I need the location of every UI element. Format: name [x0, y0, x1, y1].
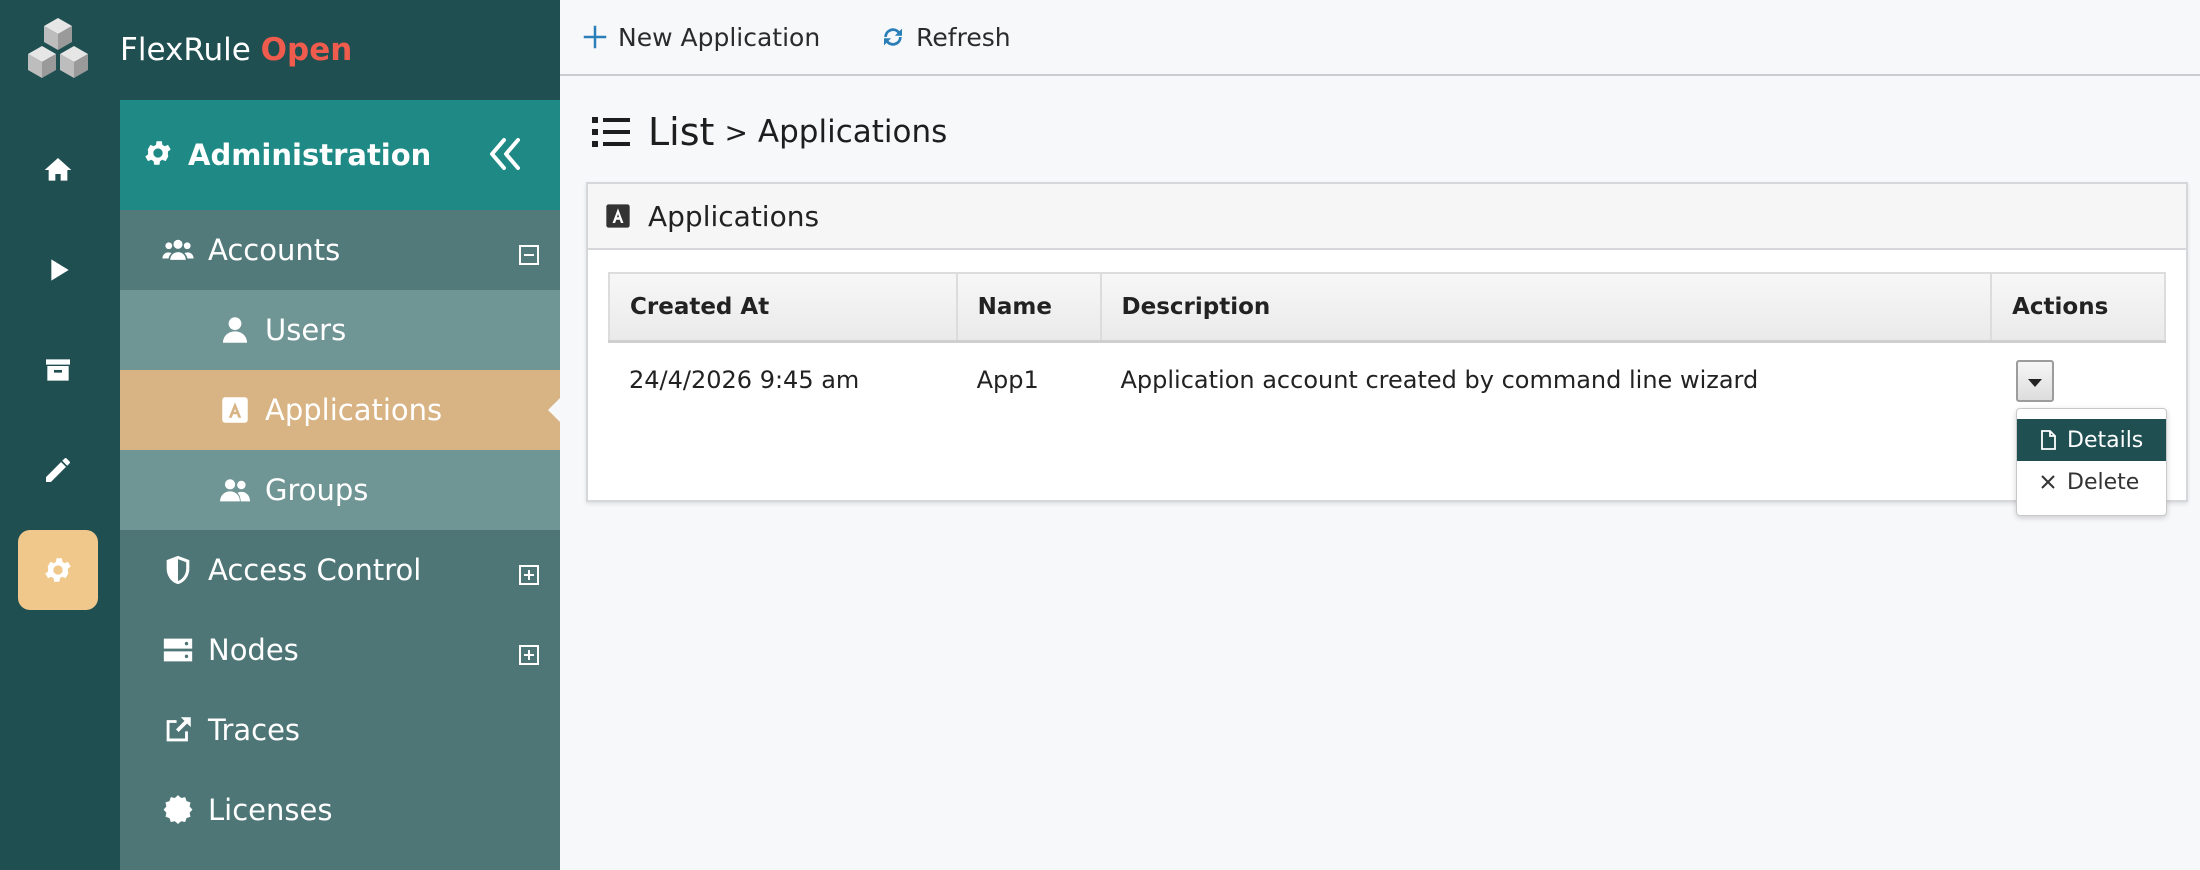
brand-name: FlexRule Open	[120, 32, 353, 68]
page-title: List > Applications	[590, 108, 947, 156]
sidebar-header: Administration	[120, 100, 560, 210]
column-description[interactable]: Description	[1099, 272, 1993, 343]
document-icon	[2041, 430, 2056, 450]
sidebar-item-groups[interactable]: Groups	[120, 450, 560, 530]
list-icon	[592, 117, 630, 147]
sidebar-item-label: Access Control	[208, 553, 422, 587]
gear-icon	[142, 137, 174, 173]
sidebar-item-label: Groups	[265, 473, 369, 507]
brand-header: FlexRule Open	[120, 0, 560, 100]
sidebar-item-applications[interactable]: Applications	[120, 370, 560, 450]
app-root: FlexRule Open Administration Accounts Us…	[0, 0, 2200, 870]
rail-admin-button[interactable]	[18, 530, 98, 610]
rail-home-button[interactable]	[18, 130, 98, 210]
sidebar-item-label: Traces	[208, 713, 301, 747]
row-actions-dropdown-button[interactable]	[2016, 360, 2054, 402]
sidebar-item-label: Users	[265, 313, 347, 347]
double-chevron-left-icon	[490, 138, 520, 170]
gear-icon	[45, 558, 71, 582]
brand-edition: Open	[260, 32, 353, 68]
caret-down-icon	[2028, 379, 2042, 387]
sidebar-item-access-control[interactable]: Access Control	[120, 530, 560, 610]
archive-icon	[46, 359, 70, 381]
breadcrumb-separator: >	[724, 115, 748, 149]
collapse-toggle-icon[interactable]	[518, 239, 540, 265]
collapse-sidebar-button[interactable]	[486, 134, 522, 174]
page-title-applications: Applications	[757, 114, 948, 150]
applications-panel: Applications Created At Name Description…	[586, 182, 2188, 502]
cell-description: Application account created by command l…	[1120, 365, 1759, 394]
rail-archive-button[interactable]	[18, 330, 98, 410]
users-icon	[158, 230, 198, 270]
shield-icon	[158, 550, 198, 590]
external-link-icon	[158, 710, 198, 750]
cell-created-at: 24/4/2026 9:45 am	[629, 365, 860, 394]
panel-title: Applications	[648, 199, 820, 233]
cell-name: App1	[976, 365, 1039, 394]
server-icon	[158, 630, 198, 670]
table-header-row: Created At Name Description Actions	[608, 272, 2166, 343]
flexrule-logo-icon	[28, 18, 88, 78]
app-icon	[606, 204, 630, 228]
refresh-button[interactable]: Refresh	[878, 22, 1011, 52]
sidebar-item-licenses[interactable]: Licenses	[120, 770, 560, 850]
selected-indicator	[548, 398, 560, 422]
table-row[interactable]: 24/4/2026 9:45 am App1 Application accou…	[609, 341, 2165, 417]
sidebar-item-nodes[interactable]: Nodes	[120, 610, 560, 690]
expand-toggle-icon[interactable]	[518, 559, 540, 585]
new-application-button[interactable]: New Application	[580, 22, 820, 52]
sidebar-item-label: Nodes	[208, 633, 299, 667]
panel-header: Applications	[588, 184, 2186, 250]
sidebar-item-traces[interactable]: Traces	[120, 690, 560, 770]
sidebar-item-accounts[interactable]: Accounts	[120, 210, 560, 290]
details-menu-item[interactable]: Details	[2017, 419, 2166, 461]
applications-table: Created At Name Description Actions 24/4…	[608, 272, 2166, 417]
column-created-at[interactable]: Created At	[608, 272, 958, 343]
delete-label: Delete	[2067, 469, 2140, 495]
refresh-label: Refresh	[916, 22, 1011, 52]
delete-menu-item[interactable]: Delete	[2017, 461, 2166, 503]
details-label: Details	[2067, 427, 2144, 453]
row-actions-menu: Details Delete	[2016, 408, 2167, 516]
sidebar-title: Administration	[188, 138, 432, 172]
refresh-icon	[884, 28, 903, 46]
plus-icon	[583, 25, 607, 49]
pencil-icon	[46, 458, 70, 482]
rail-edit-button[interactable]	[18, 430, 98, 510]
home-icon	[44, 158, 72, 181]
sidebar-item-label: Licenses	[208, 793, 333, 827]
toolbar: New Application Refresh	[560, 0, 2200, 76]
column-actions: Actions	[1990, 272, 2166, 343]
play-icon	[51, 259, 69, 281]
user-icon	[215, 310, 255, 350]
left-rail	[0, 0, 120, 870]
page-title-list: List	[648, 110, 715, 154]
certificate-icon	[158, 790, 198, 830]
close-icon	[2041, 475, 2055, 489]
group-icon	[215, 470, 255, 510]
expand-toggle-icon[interactable]	[518, 639, 540, 665]
sidebar-item-users[interactable]: Users	[120, 290, 560, 370]
sidebar-item-label: Accounts	[208, 233, 341, 267]
rail-run-button[interactable]	[18, 230, 98, 310]
sidebar-item-label: Applications	[265, 393, 443, 427]
column-name[interactable]: Name	[955, 272, 1102, 343]
new-application-label: New Application	[618, 22, 821, 52]
sidebar: Administration Accounts Users Applicatio…	[120, 100, 560, 870]
app-icon	[215, 390, 255, 430]
